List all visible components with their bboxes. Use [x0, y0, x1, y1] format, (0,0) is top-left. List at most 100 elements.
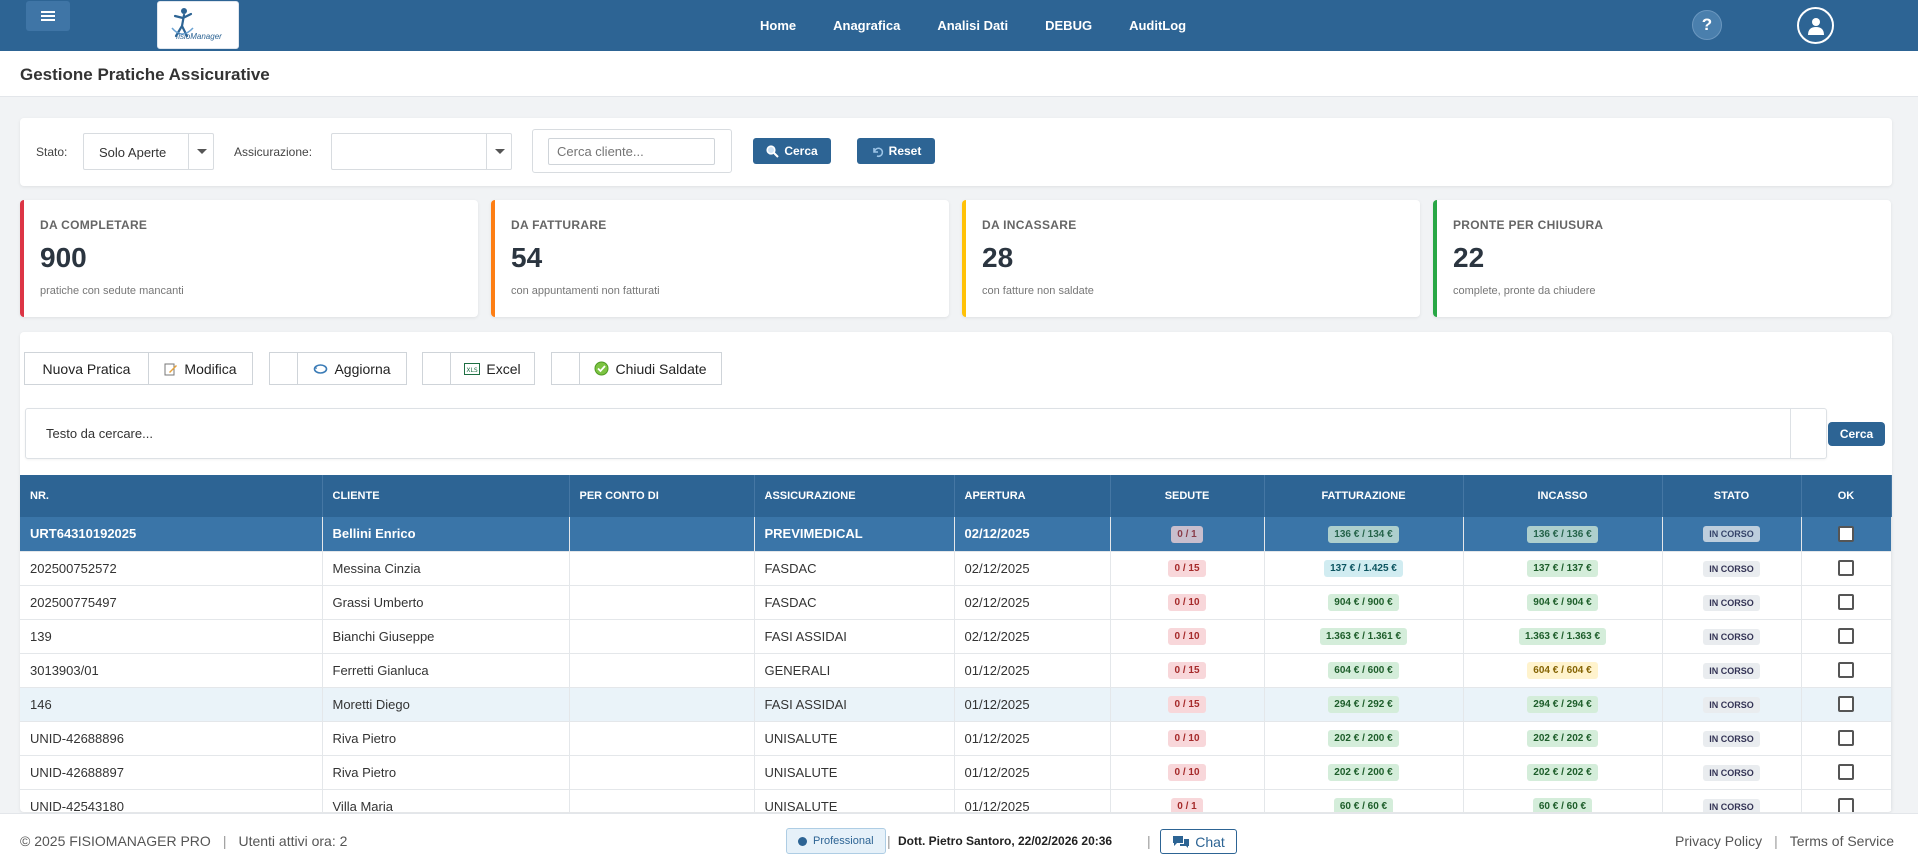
- aggiorna-button[interactable]: Aggiorna: [297, 352, 407, 385]
- assicurazione-select[interactable]: [331, 133, 512, 170]
- grid-search-button[interactable]: Cerca: [1828, 422, 1885, 446]
- table-row[interactable]: 202500752572 Messina Cinzia FASDAC 02/12/20…: [20, 551, 1892, 586]
- chevron-down-icon[interactable]: [188, 134, 213, 169]
- cell-stato: IN CORSO: [1662, 755, 1802, 790]
- col-header-stato[interactable]: STATO: [1662, 475, 1802, 517]
- row-checkbox[interactable]: [1838, 560, 1854, 577]
- incasso-badge: 604 € / 604 €: [1527, 662, 1598, 679]
- nav-auditlog[interactable]: AuditLog: [1129, 18, 1186, 33]
- page-title-bar: Gestione Pratiche Assicurative: [0, 51, 1918, 97]
- menu-toggle-button[interactable]: [26, 1, 70, 31]
- fatturazione-badge: 1.363 € / 1.361 €: [1319, 628, 1408, 645]
- help-icon[interactable]: ?: [1692, 10, 1722, 40]
- chevron-down-icon[interactable]: [486, 134, 511, 169]
- toolbar-separator: [551, 352, 580, 385]
- stat-description: pratiche con sedute mancanti: [40, 285, 184, 297]
- table-row[interactable]: UNID-42543180 Villa Maria UNISALUTE 01/12/2…: [20, 789, 1892, 812]
- row-checkbox[interactable]: [1838, 662, 1854, 679]
- sedute-badge: 0 / 15: [1168, 696, 1206, 713]
- nuova-pratica-button[interactable]: Nuova Pratica: [24, 352, 149, 385]
- nav-home[interactable]: Home: [760, 18, 796, 33]
- cell-stato: IN CORSO: [1662, 517, 1802, 552]
- col-header-ok[interactable]: OK: [1801, 475, 1892, 517]
- toolbar-separator: [269, 352, 298, 385]
- stat-value: 54: [511, 242, 543, 273]
- cell-fatturazione: 136 € / 134 €: [1264, 517, 1464, 552]
- logo-text: fisioManager: [176, 32, 222, 41]
- incasso-badge: 1.363 € / 1.363 €: [1518, 628, 1607, 645]
- col-header-apertura[interactable]: APERTURA: [954, 475, 1111, 517]
- footer-separator: |: [1774, 833, 1778, 849]
- nav-debug[interactable]: DEBUG: [1045, 18, 1092, 33]
- stato-select[interactable]: Solo Aperte: [83, 133, 214, 170]
- user-icon: [1807, 17, 1824, 35]
- cell-per-conto-di: [569, 653, 755, 688]
- cerca-button[interactable]: Cerca: [753, 138, 831, 164]
- col-header-incasso[interactable]: INCASSO: [1463, 475, 1663, 517]
- table-row[interactable]: 146 Moretti Diego FASI ASSIDAI 01/12/2025 0 …: [20, 687, 1892, 722]
- sedute-badge: 0 / 10: [1168, 628, 1206, 645]
- cliente-search-input[interactable]: [548, 138, 715, 165]
- stat-label: DA COMPLETARE: [40, 218, 148, 232]
- nav-analisi-dati[interactable]: Analisi Dati: [937, 18, 1008, 33]
- terms-of-service-link[interactable]: Terms of Service: [1790, 833, 1894, 849]
- col-header-assicurazione[interactable]: ASSICURAZIONE: [754, 475, 955, 517]
- app-logo[interactable]: fisioManager: [157, 1, 239, 49]
- modifica-button[interactable]: Modifica: [148, 352, 253, 385]
- stat-card-da-fatturare[interactable]: DA FATTURARE 54 con appuntamenti non fat…: [491, 200, 949, 317]
- sedute-badge: 0 / 10: [1168, 730, 1206, 747]
- col-header-sedute[interactable]: SEDUTE: [1110, 475, 1265, 517]
- table-row[interactable]: 3013903/01 Ferretti Gianluca GENERALI 01/12…: [20, 653, 1892, 688]
- row-checkbox[interactable]: [1838, 526, 1854, 543]
- cell-incasso: 202 € / 202 €: [1463, 721, 1663, 756]
- grid-search-box[interactable]: Testo da cercare...: [25, 408, 1827, 459]
- row-checkbox[interactable]: [1838, 730, 1854, 747]
- chat-button[interactable]: Chat: [1160, 829, 1237, 854]
- refresh-icon: [314, 363, 328, 374]
- reset-button[interactable]: Reset: [857, 138, 935, 164]
- row-checkbox[interactable]: [1838, 696, 1854, 713]
- table-row[interactable]: 202500775497 Grassi Umberto FASDAC 02/12/20…: [20, 585, 1892, 620]
- stat-card-da-incassare[interactable]: DA INCASSARE 28 con fatture non saldate: [962, 200, 1420, 317]
- cell-per-conto-di: [569, 687, 755, 722]
- privacy-policy-link[interactable]: Privacy Policy: [1675, 833, 1762, 849]
- cell-incasso: 604 € / 604 €: [1463, 653, 1663, 688]
- user-profile-button[interactable]: [1797, 7, 1834, 44]
- stat-card-da-completare[interactable]: DA COMPLETARE 900 pratiche con sedute ma…: [20, 200, 478, 317]
- table-row[interactable]: UNID-42688897 Riva Pietro UNISALUTE 01/12/2…: [20, 755, 1892, 790]
- stat-card-pronte-chiusura[interactable]: PRONTE PER CHIUSURA 22 complete, pronte …: [1433, 200, 1891, 317]
- cell-nr: 146: [20, 687, 323, 722]
- aggiorna-label: Aggiorna: [334, 360, 391, 377]
- cell-per-conto-di: [569, 619, 755, 654]
- status-badge: IN CORSO: [1703, 730, 1760, 747]
- col-header-cliente[interactable]: CLIENTE: [322, 475, 570, 517]
- col-header-per-conto-di[interactable]: PER CONTO DI: [569, 475, 755, 517]
- table-row[interactable]: 139 Bianchi Giuseppe FASI ASSIDAI 02/12/202…: [20, 619, 1892, 654]
- chat-label: Chat: [1195, 833, 1225, 850]
- excel-button[interactable]: XLS Excel: [450, 352, 535, 385]
- nav-anagrafica[interactable]: Anagrafica: [833, 18, 900, 33]
- table-row[interactable]: URT64310192025 Bellini Enrico PREVIMEDICAL…: [20, 517, 1892, 552]
- incasso-badge: 904 € / 904 €: [1527, 594, 1598, 611]
- row-checkbox[interactable]: [1838, 628, 1854, 645]
- col-header-fatturazione[interactable]: FATTURAZIONE: [1264, 475, 1464, 517]
- cell-cliente: Riva Pietro: [322, 755, 570, 790]
- cell-sedute: 0 / 10: [1110, 585, 1265, 620]
- cell-per-conto-di: [569, 789, 755, 812]
- col-header-nr[interactable]: NR.: [20, 475, 323, 517]
- chiudi-saldate-button[interactable]: Chiudi Saldate: [579, 352, 722, 385]
- stat-label: DA INCASSARE: [982, 218, 1077, 232]
- plan-label: Professional: [813, 835, 874, 847]
- modifica-label: Modifica: [184, 360, 237, 377]
- row-checkbox[interactable]: [1838, 764, 1854, 781]
- chiudi-saldate-label: Chiudi Saldate: [615, 360, 707, 377]
- active-users-text: Utenti attivi ora: 2: [238, 833, 348, 849]
- sedute-badge: 0 / 15: [1168, 560, 1206, 577]
- cell-apertura: 01/12/2025: [954, 789, 1111, 812]
- row-checkbox[interactable]: [1838, 798, 1854, 812]
- cell-per-conto-di: [569, 755, 755, 790]
- table-row[interactable]: UNID-42688896 Riva Pietro UNISALUTE 01/12/2…: [20, 721, 1892, 756]
- cell-cliente: Grassi Umberto: [322, 585, 570, 620]
- cell-assicurazione: GENERALI: [754, 653, 955, 688]
- row-checkbox[interactable]: [1838, 594, 1854, 611]
